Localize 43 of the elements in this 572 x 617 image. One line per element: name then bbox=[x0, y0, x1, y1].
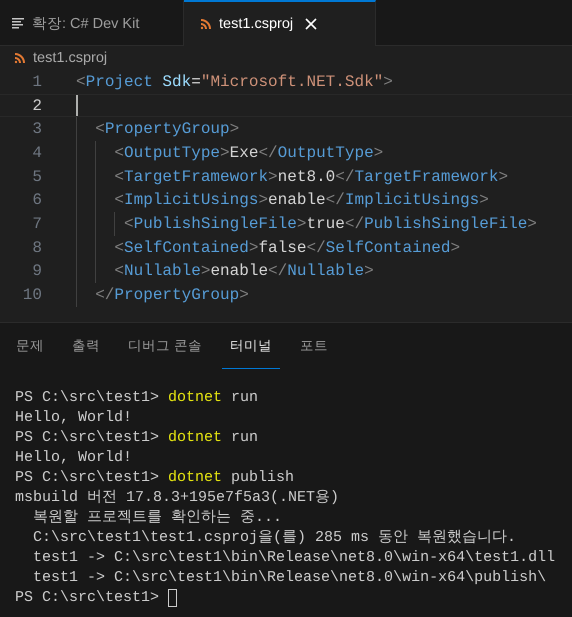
panel-tab[interactable]: 출력 bbox=[64, 323, 108, 369]
terminal-line: 복원할 프로젝트를 확인하는 중... bbox=[32, 508, 282, 528]
breadcrumb-item[interactable]: test1.csproj bbox=[33, 50, 108, 66]
terminal-line: PS C:\src\test1> dotnet publish bbox=[15, 468, 294, 488]
code-text: <PublishSingleFile>true</PublishSingleFile> bbox=[123, 214, 537, 233]
terminal-line: Hello, World! bbox=[15, 408, 132, 428]
panel-tab[interactable]: 디버그 콘솔 bbox=[120, 323, 210, 369]
terminal-line: PS C:\src\test1> bbox=[15, 588, 160, 608]
line-number: 3 bbox=[31, 120, 42, 138]
close-icon[interactable] bbox=[305, 18, 318, 30]
code-text: <ImplicitUsings>enable</ImplicitUsings> bbox=[113, 191, 489, 210]
line-number: 7 bbox=[31, 214, 42, 233]
code-text: <Project Sdk="Microsoft.NET.Sdk"> bbox=[76, 72, 393, 91]
line-number: 6 bbox=[31, 191, 42, 210]
code-text: <Nullable>enable</Nullable> bbox=[113, 262, 374, 280]
feed-icon bbox=[200, 18, 211, 30]
terminal-cursor bbox=[168, 589, 178, 607]
line-number: 1 bbox=[31, 72, 42, 91]
line-number: 2 bbox=[31, 96, 42, 115]
terminal-line: PS C:\src\test1> dotnet run bbox=[15, 388, 258, 408]
line-number: 8 bbox=[31, 238, 42, 257]
terminal-line: Hello, World! bbox=[15, 448, 132, 468]
feed-icon bbox=[14, 52, 25, 64]
line-number: 4 bbox=[31, 144, 42, 162]
panel-tab[interactable]: 문제 bbox=[8, 323, 52, 369]
code-text: <SelfContained>false</SelfContained> bbox=[113, 238, 460, 257]
line-number: 10 bbox=[22, 286, 42, 304]
terminal-line: test1 -> C:\src\test1\bin\Release\net8.0\win-x64\test1.dll bbox=[32, 548, 556, 568]
editor-tab[interactable]: test1.csproj bbox=[184, 0, 376, 46]
terminal-line: msbuild 버전 17.8.3+195e7f5a3(.NET용) bbox=[15, 488, 340, 508]
lines-icon bbox=[12, 18, 24, 28]
terminal-line: C:\src\test1\test1.csproj을(를) 285 ms 동안 복원했습니다. bbox=[32, 528, 516, 548]
panel-tab[interactable]: 터미널 bbox=[222, 323, 280, 369]
line-number: 5 bbox=[31, 168, 42, 186]
code-text: <TargetFramework>net8.0</TargetFramework> bbox=[113, 168, 508, 186]
panel-tab[interactable]: 포트 bbox=[292, 323, 336, 369]
code-text: </PropertyGroup> bbox=[94, 286, 249, 304]
line-number: 9 bbox=[31, 262, 42, 280]
code-text: <PropertyGroup> bbox=[94, 120, 240, 138]
text-cursor bbox=[76, 94, 78, 116]
code-text: <OutputType>Exe</OutputType> bbox=[113, 144, 384, 162]
terminal-line: test1 -> C:\src\test1\bin\Release\net8.0\win-x64\publish\ bbox=[32, 568, 546, 588]
terminal-line: PS C:\src\test1> dotnet run bbox=[15, 428, 258, 448]
